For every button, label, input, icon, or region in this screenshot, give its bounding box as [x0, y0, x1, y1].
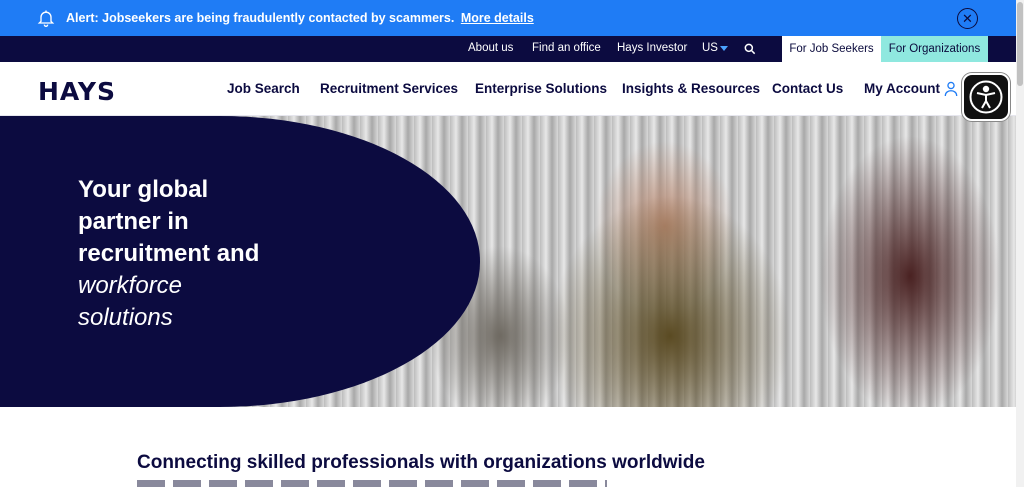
nav-insights-resources[interactable]: Insights & Resources	[622, 81, 760, 96]
alert-banner: Alert: Jobseekers are being fraudulently…	[0, 0, 1016, 36]
scrollbar[interactable]	[1016, 0, 1024, 487]
scrollbar-thumb[interactable]	[1017, 2, 1023, 86]
bell-icon	[37, 10, 55, 27]
nav-enterprise-solutions[interactable]: Enterprise Solutions	[475, 81, 607, 96]
hays-logo[interactable]: HAYS	[38, 77, 116, 106]
utility-nav: About us Find an office Hays Investor US…	[0, 36, 1016, 62]
page: Alert: Jobseekers are being fraudulently…	[0, 0, 1024, 487]
hero-headline-italic1: workforce	[78, 272, 183, 299]
hero-headline-line3: recruitment and	[78, 240, 260, 267]
main-nav: HAYS Job Search Recruitment Services Ent…	[0, 62, 1016, 116]
hero-headline-line1: Your global	[78, 176, 209, 203]
user-icon[interactable]	[944, 81, 958, 97]
hero-headline: Your global partner in recruitment and w…	[78, 174, 338, 334]
close-icon[interactable]: ✕	[957, 8, 978, 29]
section-title: Connecting skilled professionals with or…	[137, 452, 705, 473]
nav-my-account[interactable]: My Account	[864, 81, 940, 96]
hero-headline-italic2: solutions	[78, 304, 173, 331]
alert-more-details-link[interactable]: More details	[461, 11, 534, 25]
alert-message: Alert: Jobseekers are being fraudulently…	[66, 11, 534, 25]
alert-text: Alert: Jobseekers are being fraudulently…	[66, 11, 455, 25]
tab-for-organizations[interactable]: For Organizations	[881, 36, 988, 62]
nav-recruitment-services[interactable]: Recruitment Services	[320, 81, 458, 96]
tab-for-job-seekers[interactable]: For Job Seekers	[782, 36, 881, 62]
country-selector[interactable]: US	[702, 42, 718, 54]
utility-link-about[interactable]: About us	[468, 42, 513, 54]
accessibility-icon	[969, 80, 1003, 114]
utility-link-investor[interactable]: Hays Investor	[617, 42, 687, 54]
hero-banner: Your global partner in recruitment and w…	[0, 116, 1016, 407]
nav-contact-us[interactable]: Contact Us	[772, 81, 843, 96]
chevron-down-icon[interactable]	[720, 46, 728, 51]
search-icon[interactable]	[743, 42, 757, 56]
hero-headline-line2: partner in	[78, 208, 189, 235]
accessibility-button[interactable]	[962, 73, 1010, 121]
utility-link-find-office[interactable]: Find an office	[532, 42, 601, 54]
section-subtitle-cropped	[137, 480, 607, 487]
nav-job-search[interactable]: Job Search	[227, 81, 300, 96]
